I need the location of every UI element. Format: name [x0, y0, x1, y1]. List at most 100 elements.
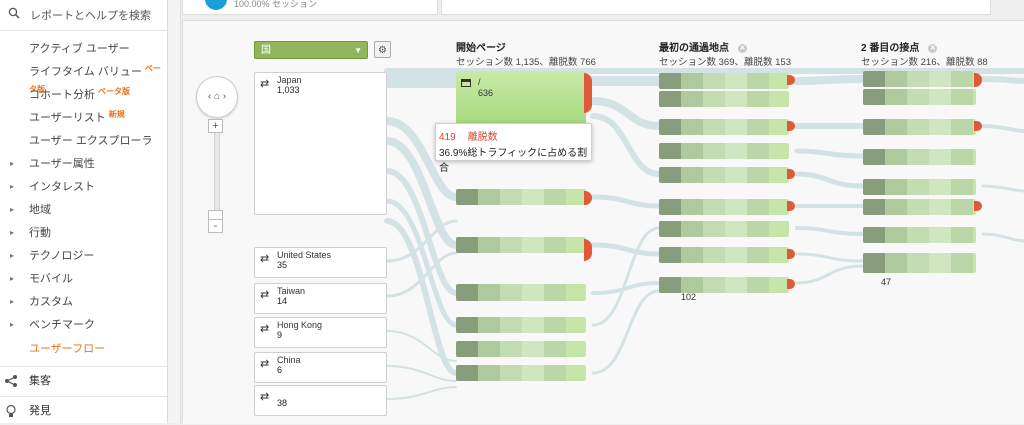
- dimension-select[interactable]: 国 ▼: [254, 41, 368, 59]
- flow-node[interactable]: [456, 365, 586, 381]
- flow-node[interactable]: [456, 284, 586, 300]
- flow-connection: [590, 242, 662, 257]
- sidebar-item-3[interactable]: ユーザーリスト 新規: [0, 108, 167, 128]
- obscured-label: [725, 277, 747, 293]
- obscured-label: [681, 91, 703, 107]
- obscured-label: [907, 257, 929, 273]
- home-button[interactable]: ‹ ⌂ ›: [196, 76, 238, 118]
- sidebar-section-discover[interactable]: 発見: [0, 396, 167, 425]
- flow-connection: [794, 171, 866, 189]
- sidebar-item-1[interactable]: ライフタイム バリュー ベータ版: [0, 62, 167, 94]
- flow-node[interactable]: [456, 341, 586, 357]
- flow-node[interactable]: [863, 179, 976, 195]
- sidebar-item-2[interactable]: コホート分析 ベータ版: [0, 85, 167, 105]
- close-icon[interactable]: ✕: [928, 44, 938, 53]
- country-node[interactable]: ⇄ Taiwan 14: [254, 283, 387, 314]
- obscured-label: [456, 284, 478, 300]
- obscured-label: [885, 89, 907, 105]
- sidebar-section-label: 集客: [29, 375, 51, 387]
- acquisition-icon: [5, 375, 17, 387]
- obscured-label: [681, 277, 703, 293]
- sidebar-item-13[interactable]: ユーザーフロー: [0, 339, 167, 359]
- sidebar-item-9[interactable]: ▸ テクノロジー: [0, 246, 167, 266]
- country-sessions: 14: [277, 296, 288, 306]
- obscured-label: [478, 189, 500, 205]
- node-page-name: /: [478, 77, 481, 87]
- country-node[interactable]: ⇄ China 6: [254, 352, 387, 383]
- flow-node[interactable]: [659, 221, 789, 237]
- country-node[interactable]: ⇄ Japan 1,033: [254, 72, 387, 215]
- obscured-label: [456, 189, 478, 205]
- obscured-label: [522, 284, 544, 300]
- dropoff-label: 離脱数: [467, 132, 498, 143]
- obscured-label: [703, 143, 725, 159]
- obscured-label: [478, 237, 500, 253]
- obscured-label: [659, 199, 681, 215]
- obscured-label: [681, 199, 703, 215]
- obscured-label: [863, 89, 885, 105]
- obscured-label: [500, 189, 522, 205]
- sidebar-item-0[interactable]: アクティブ ユーザー: [0, 39, 167, 59]
- dropoff-indicator[interactable]: [584, 73, 592, 113]
- obscured-label: [863, 179, 885, 195]
- obscured-label: [522, 237, 544, 253]
- sidebar-item-12[interactable]: ▸ ベンチマーク: [0, 315, 167, 335]
- country-node[interactable]: ⇄ United States 35: [254, 247, 387, 278]
- settings-button[interactable]: ⚙: [374, 41, 391, 58]
- flow-node[interactable]: [659, 143, 789, 159]
- sidebar-item-5[interactable]: ▸ ユーザー属性: [0, 154, 167, 174]
- flow-node[interactable]: [659, 73, 789, 89]
- column-title-start-page: 開始ページ: [456, 43, 506, 54]
- obscured-label: [951, 119, 973, 135]
- chevron-down-icon: ▼: [354, 46, 362, 55]
- gear-icon: ⚙: [378, 45, 387, 56]
- country-node[interactable]: ⇄ 38: [254, 385, 387, 416]
- sidebar-section-acquisition[interactable]: 集客: [0, 366, 167, 395]
- flow-node[interactable]: [863, 71, 976, 87]
- obscured-label: [478, 317, 500, 333]
- obscured-label: [681, 119, 703, 135]
- obscured-label: [703, 119, 725, 135]
- flow-node[interactable]: [456, 237, 586, 253]
- flow-node[interactable]: [863, 227, 976, 243]
- zoom-out-button[interactable]: -: [208, 219, 223, 233]
- report-search[interactable]: レポートとヘルプを検索: [0, 0, 167, 31]
- country-node[interactable]: ⇄ Hong Kong 9: [254, 317, 387, 348]
- obscured-label: [747, 73, 769, 89]
- sidebar-item-label: ユーザー属性: [29, 158, 95, 170]
- flow-node[interactable]: [863, 119, 976, 135]
- obscured-label: [522, 341, 544, 357]
- obscured-label: [522, 317, 544, 333]
- flow-node[interactable]: [659, 199, 789, 215]
- flow-node[interactable]: [659, 91, 789, 107]
- obscured-label: [929, 199, 951, 215]
- column-title-first-interaction: 最初の通過地点 ✕: [659, 39, 747, 54]
- obscured-label: [703, 199, 725, 215]
- close-icon[interactable]: ✕: [738, 44, 747, 53]
- sidebar-item-10[interactable]: ▸ モバイル: [0, 269, 167, 289]
- flow-node[interactable]: [659, 167, 789, 183]
- flow-node[interactable]: [659, 277, 789, 293]
- flow-node[interactable]: [863, 257, 976, 273]
- obscured-label: [544, 317, 566, 333]
- flow-node[interactable]: [863, 199, 976, 215]
- obscured-label: [863, 257, 885, 273]
- flow-node[interactable]: [863, 149, 976, 165]
- flow-node[interactable]: [456, 189, 586, 205]
- sidebar-item-11[interactable]: ▸ カスタム: [0, 292, 167, 312]
- flow-node[interactable]: [659, 247, 789, 263]
- sidebar-item-6[interactable]: ▸ インタレスト: [0, 177, 167, 197]
- flow-node[interactable]: [659, 119, 789, 135]
- obscured-label: [659, 221, 681, 237]
- flow-node[interactable]: [456, 317, 586, 333]
- flow-node[interactable]: /636: [456, 71, 586, 127]
- sidebar-item-7[interactable]: ▸ 地域: [0, 200, 167, 220]
- obscured-label: [907, 149, 929, 165]
- flow-node[interactable]: [863, 89, 976, 105]
- obscured-label: [659, 167, 681, 183]
- sidebar-item-8[interactable]: ▸ 行動: [0, 223, 167, 243]
- flow-connection: [795, 252, 865, 263]
- zoom-in-button[interactable]: +: [208, 119, 223, 133]
- obscured-label: [929, 179, 951, 195]
- sidebar-item-4[interactable]: ユーザー エクスプローラ: [0, 131, 167, 151]
